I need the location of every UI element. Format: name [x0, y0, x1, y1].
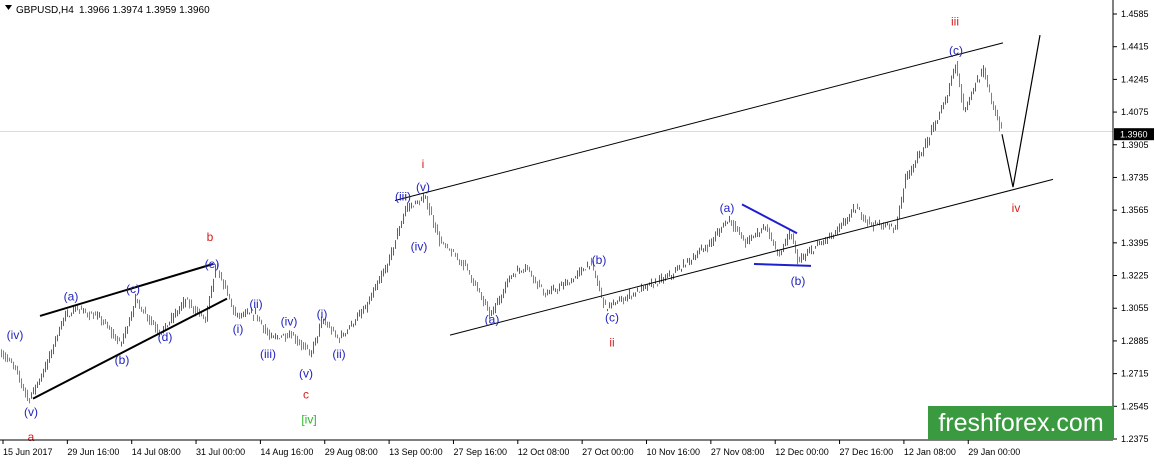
x-tick-label: 27 Oct 00:00	[582, 447, 634, 457]
y-tick-label: 1.3395	[1121, 238, 1149, 248]
wave-label: b	[207, 230, 214, 244]
x-tick-label: 13 Sep 00:00	[389, 447, 443, 457]
wave-label: [iv]	[301, 413, 316, 427]
y-tick-label: 1.4075	[1121, 107, 1149, 117]
y-tick-label: 1.3225	[1121, 271, 1149, 281]
x-tick-label: 29 Aug 08:00	[325, 447, 378, 457]
wave-label: (c)	[605, 311, 619, 325]
y-tick-label: 1.3565	[1121, 205, 1149, 215]
wave-label: (b)	[791, 274, 806, 288]
wave-label: (i)	[233, 322, 244, 336]
y-tick-label: 1.4415	[1121, 42, 1149, 52]
price-chart: (iv) (v) a (a) (b) (c) (d) (e) b (ii) (i) (iii) (iv)…	[0, 0, 1155, 463]
wave-label: (a)	[64, 290, 79, 304]
wave-label: (b)	[115, 353, 130, 367]
wave-label: (iv)	[411, 240, 428, 254]
x-tick-label: 10 Nov 16:00	[647, 447, 701, 457]
y-tick-label: 1.2715	[1121, 369, 1149, 379]
x-tick-label: 31 Jul 00:00	[196, 447, 245, 457]
y-tick-label: 1.4585	[1121, 9, 1149, 19]
freshforex-logo: freshforex.com	[928, 406, 1114, 440]
wave-label: iii	[951, 15, 959, 29]
y-tick-label: 1.3055	[1121, 303, 1149, 313]
wave-label: (iv)	[7, 328, 24, 342]
wave-label: (v)	[24, 405, 38, 419]
y-tick-label: 1.3905	[1121, 140, 1149, 150]
symbol-label: GBPUSD,H4	[16, 5, 74, 16]
chart-root: (iv) (v) a (a) (b) (c) (d) (e) b (ii) (i) (iii) (iv)…	[0, 0, 1155, 463]
ohlc-readout: 1.3966 1.3974 1.3959 1.3960	[79, 5, 210, 16]
x-tick-label: 15 Jun 2017	[3, 447, 53, 457]
current-price-label: 1.3960	[1120, 130, 1148, 140]
y-tick-label: 1.2375	[1121, 434, 1149, 444]
wave-label: (d)	[158, 330, 173, 344]
x-tick-label: 29 Jan 00:00	[968, 447, 1020, 457]
x-tick-label: 14 Jul 08:00	[132, 447, 181, 457]
x-tick-label: 27 Sep 16:00	[453, 447, 507, 457]
wave-label: (v)	[416, 180, 430, 194]
wave-label: (c)	[949, 43, 963, 57]
wave-label: (i)	[317, 307, 328, 321]
y-tick-label: 1.4245	[1121, 74, 1149, 84]
x-tick-label: 29 Jun 16:00	[67, 447, 119, 457]
wave-label: (iv)	[281, 315, 298, 329]
wave-label: a	[28, 430, 35, 444]
wave-label: (ii)	[249, 297, 262, 311]
x-tick-label: 12 Dec 00:00	[775, 447, 829, 457]
x-tick-label: 12 Oct 08:00	[518, 447, 570, 457]
y-tick-label: 1.2885	[1121, 336, 1149, 346]
wave-label: (a)	[485, 313, 500, 327]
y-tick-label: 1.2545	[1121, 401, 1149, 411]
wave-label: ii	[609, 336, 614, 350]
wave-label: (v)	[299, 366, 313, 380]
wave-label: (c)	[126, 282, 140, 296]
wave-label: (e)	[205, 257, 220, 271]
wave-label: (iii)	[260, 347, 276, 361]
wave-label: i	[422, 157, 425, 171]
y-tick-label: 1.3735	[1121, 172, 1149, 182]
wave-label: (iii)	[395, 190, 411, 204]
wave-label: (a)	[720, 201, 735, 215]
wave-label: (b)	[592, 253, 607, 267]
x-tick-label: 14 Aug 16:00	[260, 447, 313, 457]
wave-label: c	[303, 388, 309, 402]
x-tick-label: 27 Nov 08:00	[711, 447, 765, 457]
x-tick-label: 12 Jan 08:00	[904, 447, 956, 457]
x-tick-label: 27 Dec 16:00	[840, 447, 894, 457]
wave-label: iv	[1012, 201, 1021, 215]
wave-label: (ii)	[332, 347, 345, 361]
